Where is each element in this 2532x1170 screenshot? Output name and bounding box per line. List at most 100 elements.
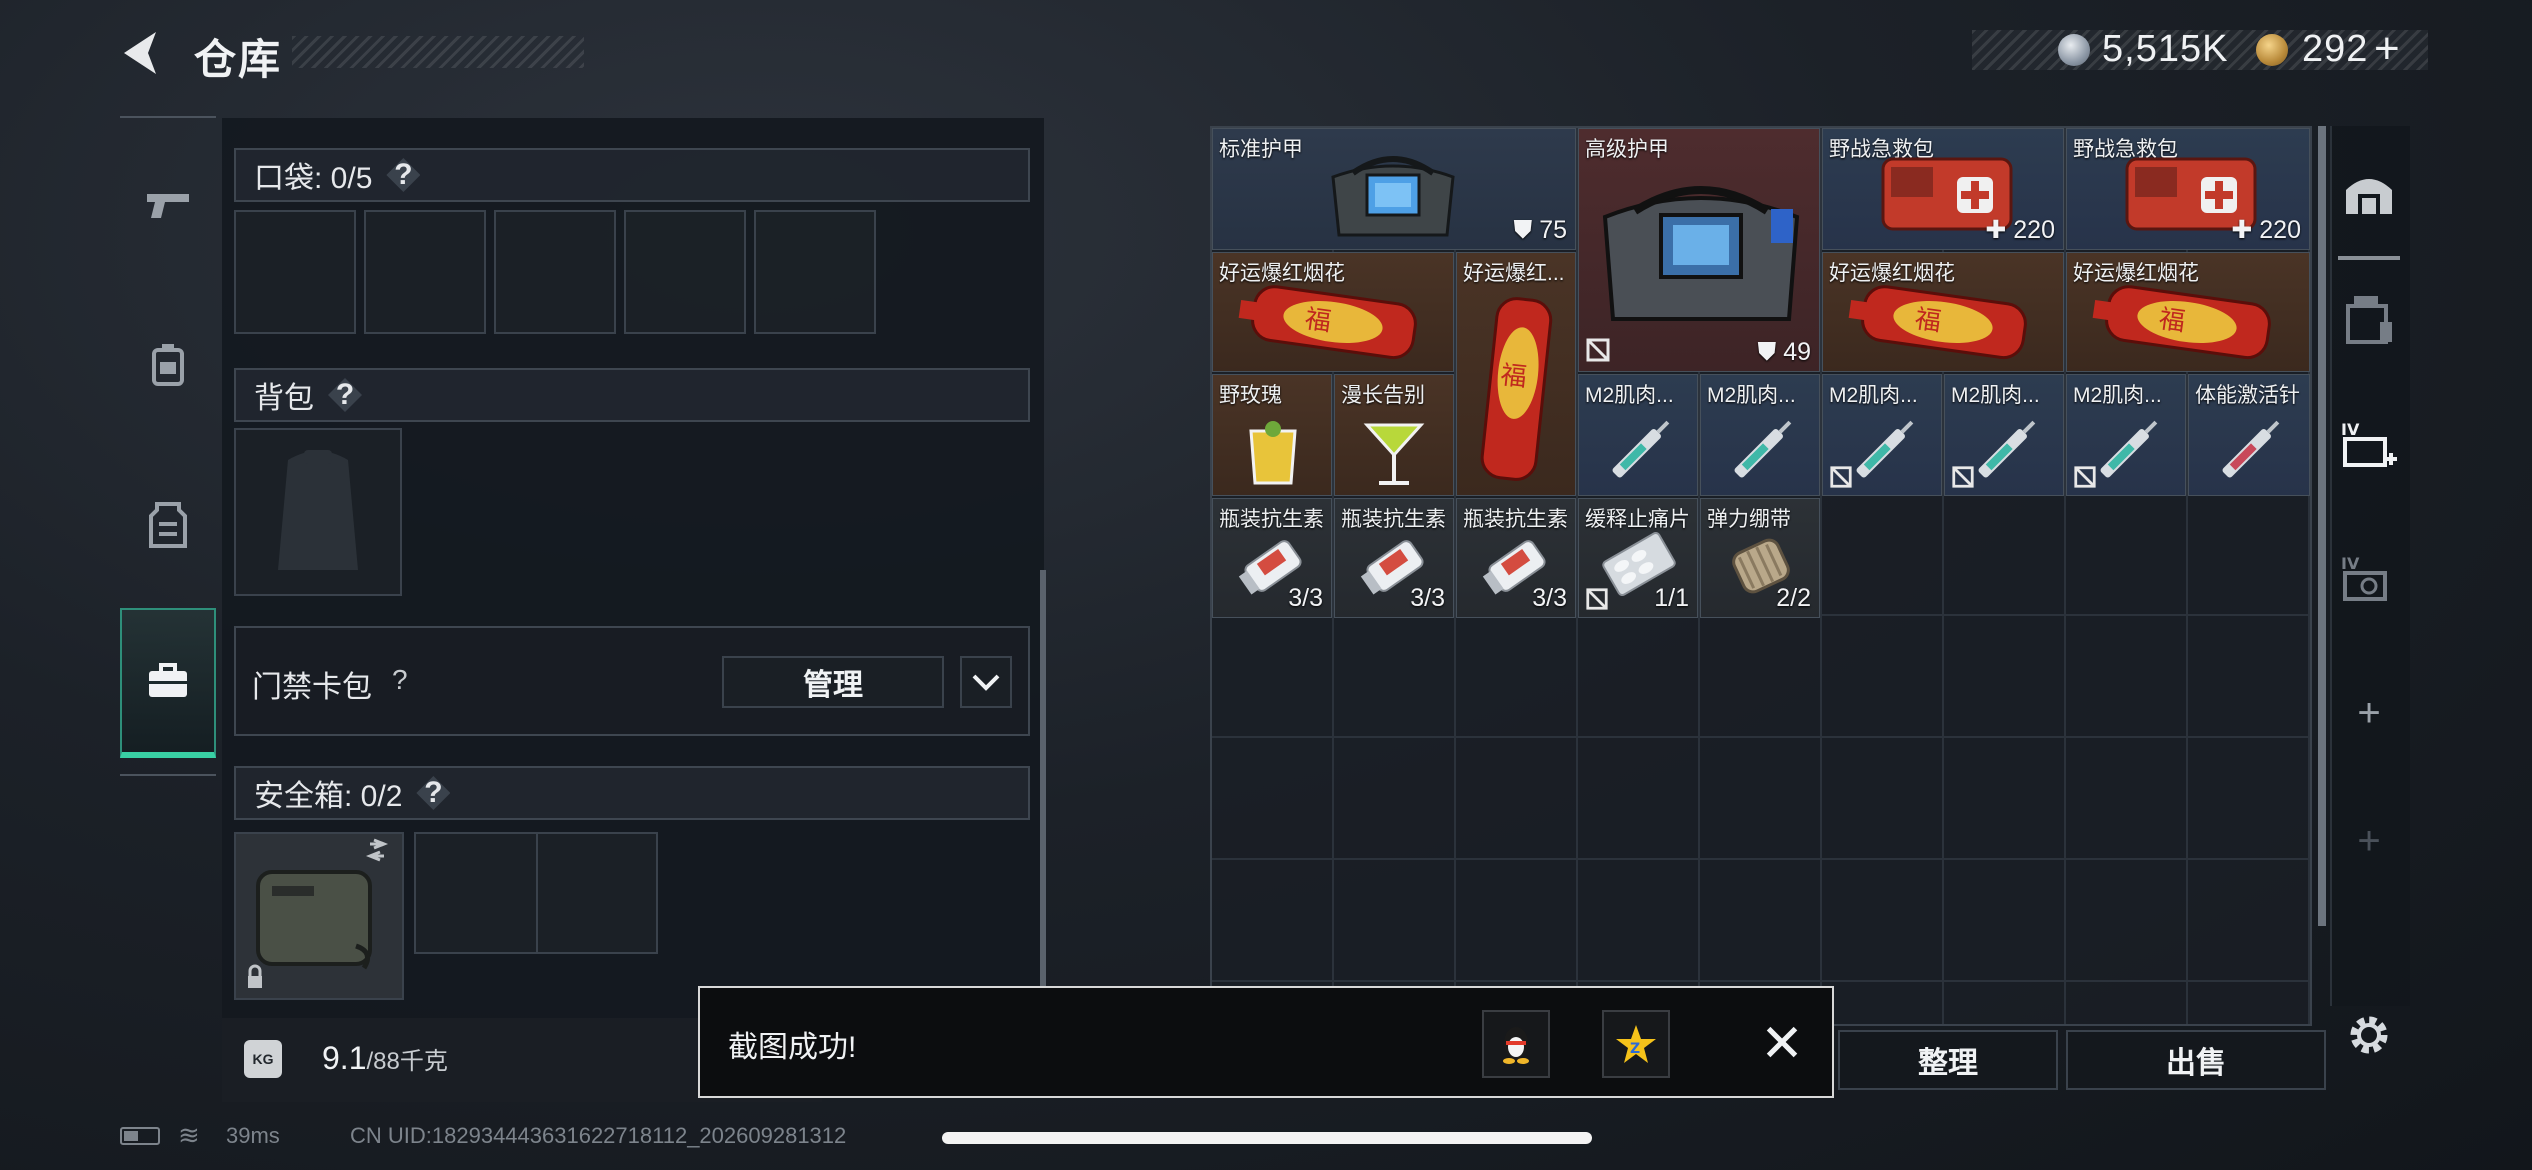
- silver-amount: 5,515K: [2102, 28, 2229, 70]
- safebox-header: 安全箱: 0/2 ?: [234, 766, 1030, 820]
- stash-item-elastic-bandage[interactable]: 弹力绷带 2/2: [1700, 498, 1820, 618]
- armor-bag-icon: [1602, 186, 1800, 321]
- stash-item-firework[interactable]: 好运爆红... 福: [1456, 252, 1576, 496]
- share-qq-button[interactable]: [1482, 1010, 1550, 1078]
- no-trade-icon: [1830, 466, 1852, 488]
- wifi-icon: ≋: [178, 1120, 200, 1150]
- svg-text:IV: IV: [2341, 420, 2360, 439]
- pocket-slot[interactable]: [494, 210, 616, 334]
- stash-item-standard-armor[interactable]: 标准护甲 ⛊ 75: [1212, 128, 1576, 250]
- svg-text:福: 福: [1303, 304, 1333, 337]
- keycard-label: 门禁卡包: [252, 671, 372, 704]
- pocket-slot[interactable]: [624, 210, 746, 334]
- gear-icon[interactable]: [2336, 1002, 2402, 1068]
- nav-equipment[interactable]: [120, 290, 216, 440]
- nav-weapons[interactable]: [120, 130, 216, 280]
- pocket-header: 口袋: 0/5 ?: [234, 148, 1030, 202]
- syringe-icon: [1856, 420, 1914, 478]
- add-tab-icon[interactable]: +: [2336, 808, 2402, 874]
- stash-item-firework[interactable]: 好运爆红烟花 福: [2066, 252, 2310, 372]
- left-scrollbar[interactable]: [1040, 570, 1046, 990]
- stash-item-m2-muscle[interactable]: M2肌肉...: [1822, 374, 1942, 496]
- home-indicator[interactable]: [942, 1132, 1592, 1144]
- item-name: 瓶装抗生素: [1463, 508, 1568, 531]
- stash-item-long-goodbye[interactable]: 漫长告别: [1334, 374, 1454, 496]
- tab-divider: [2338, 256, 2400, 260]
- armor-bag-icon: [1331, 156, 1455, 237]
- no-trade-icon: [1586, 588, 1608, 610]
- safebox-help-icon[interactable]: ?: [416, 776, 451, 810]
- share-qzone-button[interactable]: Z: [1602, 1010, 1670, 1078]
- pocket-slot[interactable]: [754, 210, 876, 334]
- stash-scrollbar[interactable]: [2318, 126, 2326, 926]
- backpack-placeholder-icon: [278, 450, 358, 570]
- ping-text: 39ms: [226, 1123, 280, 1148]
- expand-box-icon: IV: [2341, 420, 2397, 467]
- stash-item-firework[interactable]: 好运爆红烟花 福: [1822, 252, 2064, 372]
- syringe-icon: [1612, 420, 1670, 478]
- add-tab-icon[interactable]: +: [2336, 680, 2402, 746]
- firework-icon: 福: [1238, 285, 1417, 360]
- syringe-icon: [1734, 420, 1792, 478]
- add-currency-button[interactable]: +: [2374, 24, 2401, 74]
- syringe-icon: [2100, 420, 2158, 478]
- no-trade-icon: [2074, 466, 2096, 488]
- item-name: M2肌肉...: [1951, 384, 2040, 407]
- item-name: 漫长告别: [1341, 384, 1425, 407]
- sell-button[interactable]: 出售: [2066, 1030, 2326, 1090]
- title-decoration: [292, 36, 584, 68]
- weight-icon: KG: [244, 1040, 282, 1078]
- shield-icon: ⛊: [1757, 338, 1777, 366]
- stash-item-first-aid-kit[interactable]: 野战急救包 ✚ 220: [2066, 128, 2310, 250]
- stash-item-stamina-injector[interactable]: 体能激活针: [2188, 374, 2310, 496]
- shield-icon: ⛊: [1513, 216, 1533, 244]
- safebox-slot[interactable]: [234, 832, 404, 1000]
- backpack-help-icon[interactable]: ?: [328, 378, 362, 412]
- stash-item-m2-muscle[interactable]: M2肌肉...: [1578, 374, 1698, 496]
- item-name: 弹力绷带: [1707, 508, 1791, 531]
- stash-item-painkiller[interactable]: 缓释止痛片 1/1: [1578, 498, 1698, 618]
- stash-item-antibiotics[interactable]: 瓶装抗生素 3/3: [1334, 498, 1454, 618]
- stash-item-antibiotics[interactable]: 瓶装抗生素 3/3: [1456, 498, 1576, 618]
- backpack-slot[interactable]: [234, 428, 402, 596]
- nav-armor[interactable]: [120, 450, 216, 600]
- stash-item-wild-rose[interactable]: 野玫瑰: [1212, 374, 1332, 496]
- manage-button[interactable]: 管理: [722, 656, 944, 708]
- stash-item-m2-muscle[interactable]: M2肌肉...: [1944, 374, 2064, 496]
- expand-box-icon: IV: [2341, 554, 2387, 601]
- item-name: M2肌肉...: [1585, 384, 1674, 407]
- toast-message: 截图成功!: [728, 1031, 857, 1064]
- firework-icon: 福: [2092, 285, 2271, 360]
- stash-item-m2-muscle[interactable]: M2肌肉...: [2066, 374, 2186, 496]
- pistol-icon: [147, 194, 189, 218]
- sort-button[interactable]: 整理: [1838, 1030, 2058, 1090]
- silver-coin-icon: [2058, 34, 2090, 66]
- vault-icon: [2346, 179, 2392, 214]
- tab-expansion-iv[interactable]: IV: [2336, 548, 2402, 614]
- pocket-slot[interactable]: [234, 210, 356, 334]
- stash-item-firework[interactable]: 好运爆红烟花 福: [1212, 252, 1454, 372]
- stash-item-first-aid-kit[interactable]: 野战急救包 ✚ 220: [1822, 128, 2064, 250]
- item-name: 体能激活针: [2195, 384, 2300, 407]
- back-icon[interactable]: [118, 28, 164, 78]
- keycard-help-icon[interactable]: ?: [392, 664, 408, 696]
- stash-item-antibiotics[interactable]: 瓶装抗生素 3/3: [1212, 498, 1332, 618]
- stash-item-m2-muscle[interactable]: M2肌肉...: [1700, 374, 1820, 496]
- item-name: M2肌肉...: [2073, 384, 2162, 407]
- svg-text:福: 福: [1913, 304, 1943, 337]
- nav-supplies[interactable]: [120, 608, 216, 758]
- tab-expansion-iv-add[interactable]: IV: [2336, 414, 2402, 480]
- qzone-star-icon: Z: [1616, 1025, 1656, 1063]
- weight-current: 9.1/88千克: [322, 1040, 448, 1076]
- qq-penguin-icon: [1503, 1027, 1529, 1064]
- tab-stash[interactable]: [2336, 160, 2402, 226]
- item-name: 瓶装抗生素: [1341, 508, 1446, 531]
- pocket-help-icon[interactable]: ?: [386, 158, 421, 192]
- safebox-label: 安全箱: 0/2: [254, 780, 403, 813]
- stash-item-advanced-armor[interactable]: 高级护甲 ⛊ 49: [1578, 128, 1820, 372]
- safebox-empty-slot[interactable]: [414, 832, 658, 954]
- close-icon[interactable]: ✕: [1752, 1014, 1812, 1074]
- tab-storage[interactable]: [2336, 286, 2402, 352]
- pocket-slot[interactable]: [364, 210, 486, 334]
- chevron-down-icon[interactable]: [960, 656, 1012, 708]
